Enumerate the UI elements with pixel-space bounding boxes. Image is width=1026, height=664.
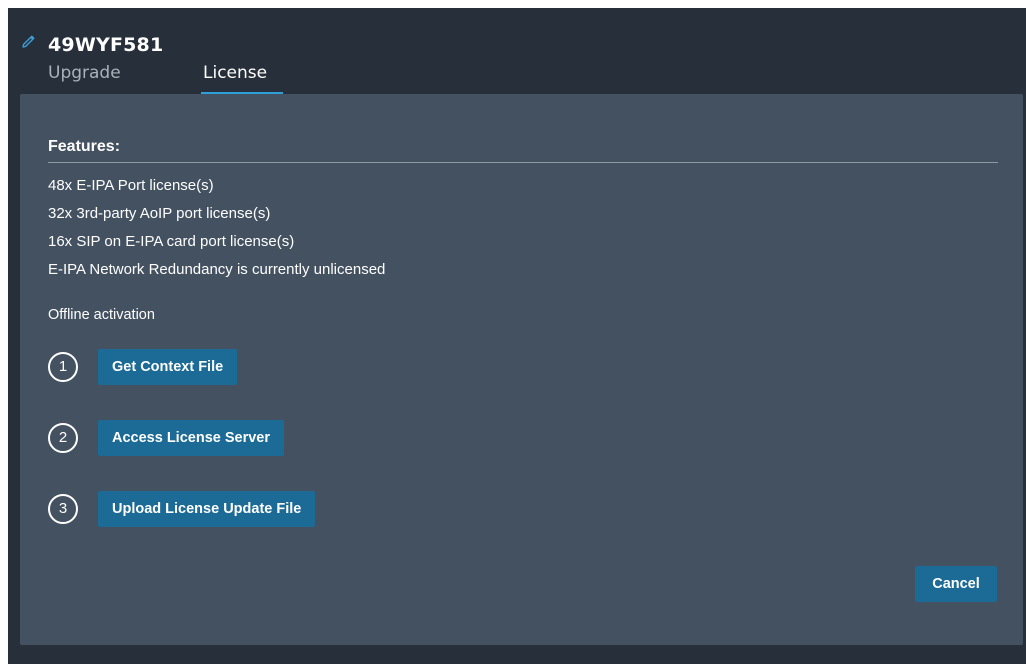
tab-upgrade[interactable]: Upgrade [48, 63, 121, 83]
features-divider [48, 162, 998, 163]
step-3-number: 3 [48, 494, 78, 524]
features-title: Features: [48, 138, 121, 155]
offline-activation-title: Offline activation [48, 307, 155, 323]
device-name: 49WYF581 [48, 34, 164, 56]
feature-item: 16x SIP on E-IPA card port license(s) [48, 233, 295, 250]
upload-license-update-file-button[interactable]: Upload License Update File [98, 491, 316, 527]
step-1-number: 1 [48, 352, 78, 382]
pencil-icon[interactable] [20, 34, 36, 50]
get-context-file-button[interactable]: Get Context File [98, 349, 238, 385]
feature-item: 32x 3rd-party AoIP port license(s) [48, 205, 271, 222]
license-dialog: 49WYF581 Upgrade License Features: 48x E… [8, 8, 1026, 664]
license-panel: Features: 48x E-IPA Port license(s) 32x … [20, 94, 1023, 645]
access-license-server-button[interactable]: Access License Server [98, 420, 284, 456]
feature-item: E-IPA Network Redundancy is currently un… [48, 261, 386, 278]
tab-license[interactable]: License [203, 63, 267, 83]
cancel-button[interactable]: Cancel [915, 566, 997, 602]
step-2-number: 2 [48, 423, 78, 453]
dialog-header: 49WYF581 Upgrade License [8, 8, 1026, 95]
feature-item: 48x E-IPA Port license(s) [48, 177, 214, 194]
